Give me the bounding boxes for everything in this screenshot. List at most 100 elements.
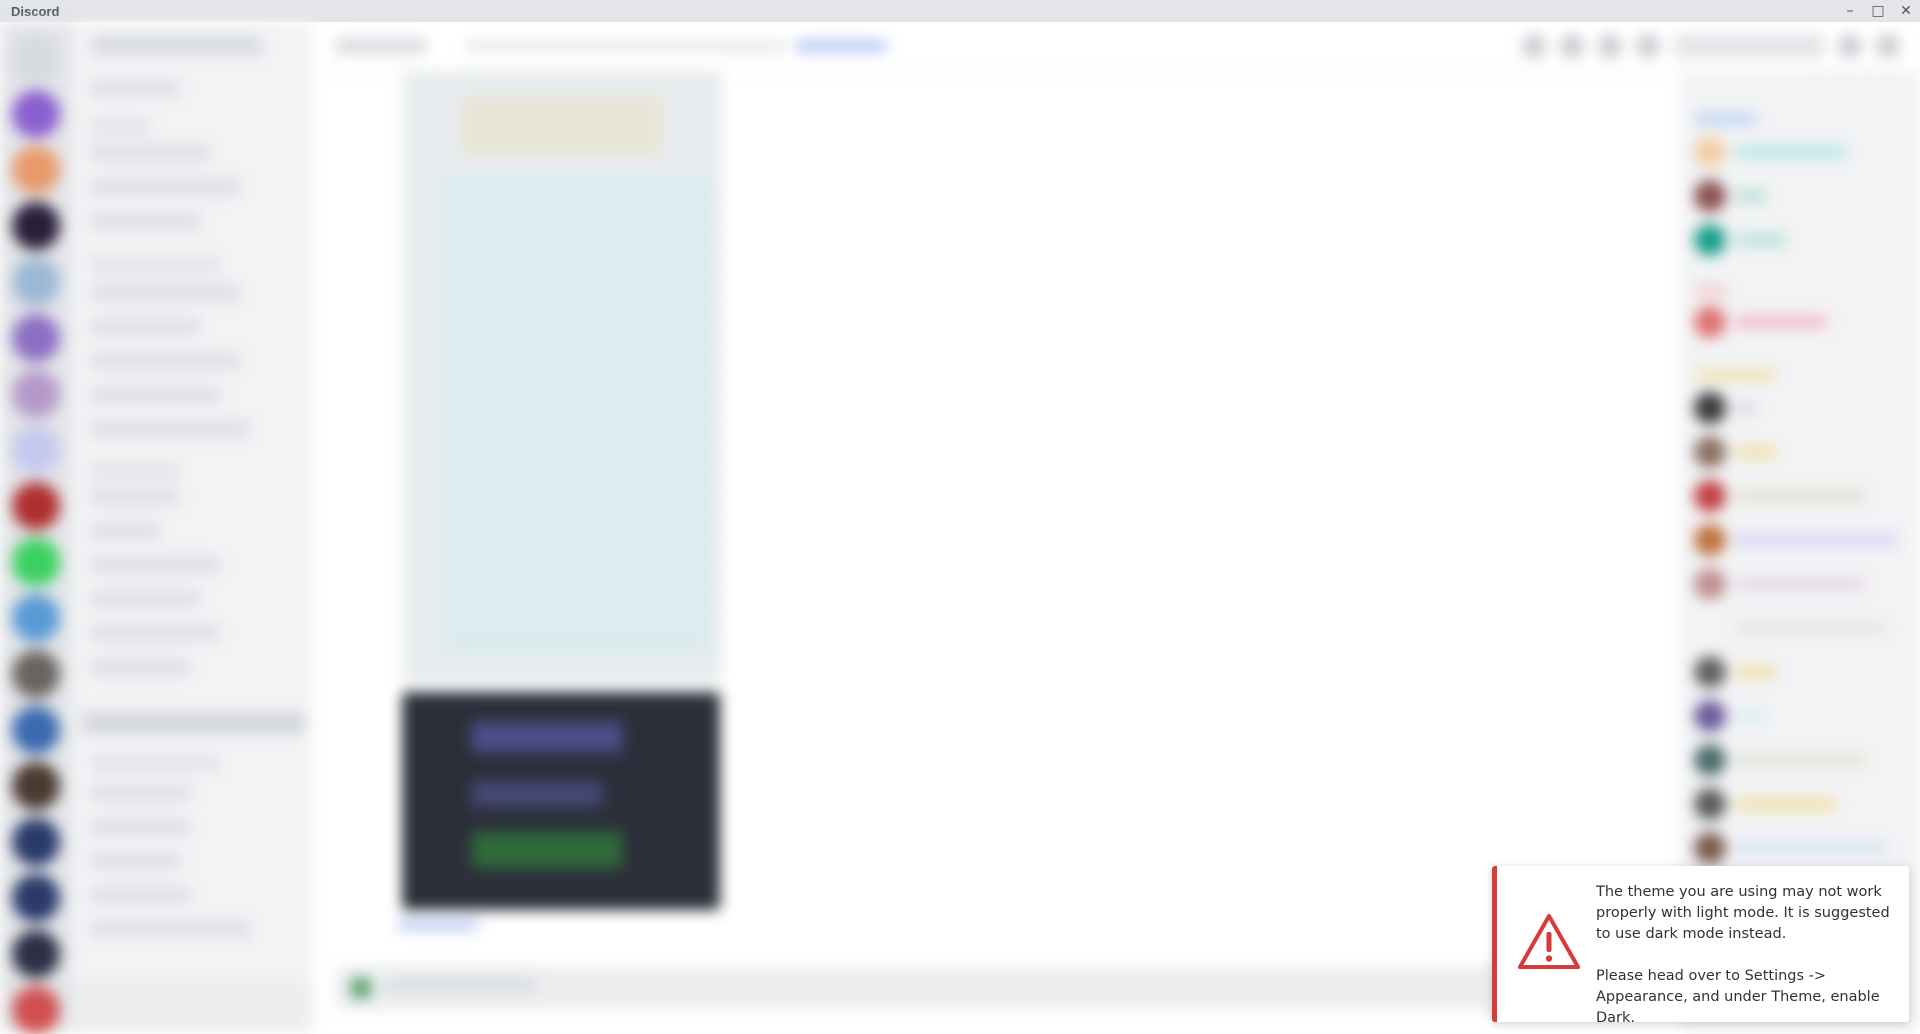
title-bar: Discord – □ ✕ [0, 0, 1920, 22]
add-attachment-icon[interactable] [350, 977, 372, 999]
search-input[interactable] [1674, 34, 1824, 58]
message-input[interactable] [336, 966, 1656, 1010]
member-item[interactable] [1694, 612, 1886, 644]
pin-icon[interactable] [1598, 34, 1622, 58]
channel-item[interactable] [90, 284, 240, 302]
attachment-link[interactable] [398, 920, 478, 930]
channel-item[interactable] [90, 818, 190, 836]
avatar [1694, 568, 1726, 600]
channel-topic-link[interactable] [796, 40, 886, 52]
server-icon[interactable] [12, 650, 60, 698]
server-icon[interactable] [12, 482, 60, 530]
server-icon[interactable] [12, 594, 60, 642]
channel-item[interactable] [90, 920, 250, 938]
channel-item-active[interactable] [82, 712, 305, 734]
server-icon[interactable] [12, 538, 60, 586]
member-item[interactable] [1694, 744, 1866, 776]
image-attachment[interactable] [402, 692, 720, 910]
home-icon[interactable] [12, 34, 60, 82]
member-item[interactable] [1694, 136, 1846, 168]
channel-item[interactable] [90, 590, 200, 608]
avatar [1694, 832, 1726, 864]
server-icon[interactable] [12, 762, 60, 810]
member-item[interactable] [1694, 436, 1776, 468]
member-item[interactable] [1694, 832, 1886, 864]
channel-item[interactable] [90, 658, 190, 676]
member-item[interactable] [1694, 480, 1866, 512]
channel-item[interactable] [90, 420, 250, 438]
member-item[interactable] [1694, 568, 1866, 600]
channel-item[interactable] [90, 886, 190, 904]
channel-category[interactable] [90, 118, 150, 136]
member-item[interactable] [1694, 306, 1826, 338]
channel-category[interactable] [90, 462, 180, 480]
server-rail [0, 22, 72, 1034]
server-icon[interactable] [12, 370, 60, 418]
member-category [1696, 370, 1776, 380]
server-icon[interactable] [12, 874, 60, 922]
channel-item[interactable] [90, 488, 180, 506]
server-icon[interactable] [12, 90, 60, 138]
header-toolbar [1522, 34, 1900, 58]
member-item[interactable] [1694, 700, 1766, 732]
minimize-icon[interactable]: – [1836, 0, 1864, 22]
channel-item[interactable] [90, 144, 210, 162]
channel-name [336, 38, 426, 54]
avatar [1694, 788, 1726, 820]
server-icon[interactable] [12, 706, 60, 754]
server-name[interactable] [92, 36, 262, 56]
channel-item[interactable] [90, 386, 220, 404]
window-controls: – □ ✕ [1836, 0, 1920, 22]
avatar [1694, 224, 1726, 256]
server-icon[interactable] [12, 146, 60, 194]
channel-item[interactable] [90, 80, 180, 98]
member-item[interactable] [1694, 788, 1836, 820]
channel-category[interactable] [90, 256, 220, 274]
member-item[interactable] [1694, 392, 1756, 424]
server-icon[interactable] [12, 314, 60, 362]
channel-item[interactable] [90, 352, 240, 370]
member-item[interactable] [1694, 656, 1776, 688]
maximize-icon[interactable]: □ [1864, 0, 1892, 22]
channel-item[interactable] [90, 624, 220, 642]
channel-item[interactable] [90, 784, 190, 802]
inbox-icon[interactable] [1838, 34, 1862, 58]
channel-item[interactable] [90, 556, 220, 574]
channel-category[interactable] [90, 754, 220, 772]
theme-warning-toast[interactable]: The theme you are using may not work pro… [1492, 866, 1909, 1026]
server-icon[interactable] [12, 818, 60, 866]
server-icon[interactable] [12, 426, 60, 474]
app-title: Discord [11, 3, 60, 19]
channel-item[interactable] [90, 178, 240, 196]
avatar [1694, 700, 1726, 732]
help-icon[interactable] [1876, 34, 1900, 58]
channel-item[interactable] [90, 852, 180, 870]
server-icon[interactable] [12, 986, 60, 1034]
avatar [1694, 744, 1726, 776]
server-icon[interactable] [12, 258, 60, 306]
toast-message-line1: The theme you are using may not work pro… [1596, 884, 1890, 942]
server-icon[interactable] [12, 930, 60, 978]
close-icon[interactable]: ✕ [1892, 0, 1920, 22]
avatar [1694, 612, 1726, 644]
chat-header [312, 22, 1920, 71]
channel-sidebar [72, 22, 312, 1032]
member-item[interactable] [1694, 224, 1786, 256]
avatar [1694, 392, 1726, 424]
channel-item[interactable] [90, 318, 200, 336]
image-attachment[interactable] [402, 72, 722, 682]
member-category [1696, 286, 1726, 296]
avatar [1694, 524, 1726, 556]
toast-message: The theme you are using may not work pro… [1596, 882, 1898, 1029]
server-icon[interactable] [12, 202, 60, 250]
members-icon[interactable] [1636, 34, 1660, 58]
channel-item[interactable] [90, 212, 200, 230]
avatar [1694, 136, 1726, 168]
avatar [1694, 306, 1726, 338]
bell-icon[interactable] [1560, 34, 1584, 58]
threads-icon[interactable] [1522, 34, 1546, 58]
member-item[interactable] [1694, 524, 1896, 556]
channel-item[interactable] [90, 522, 160, 540]
avatar [1694, 180, 1726, 212]
member-item[interactable] [1694, 180, 1766, 212]
